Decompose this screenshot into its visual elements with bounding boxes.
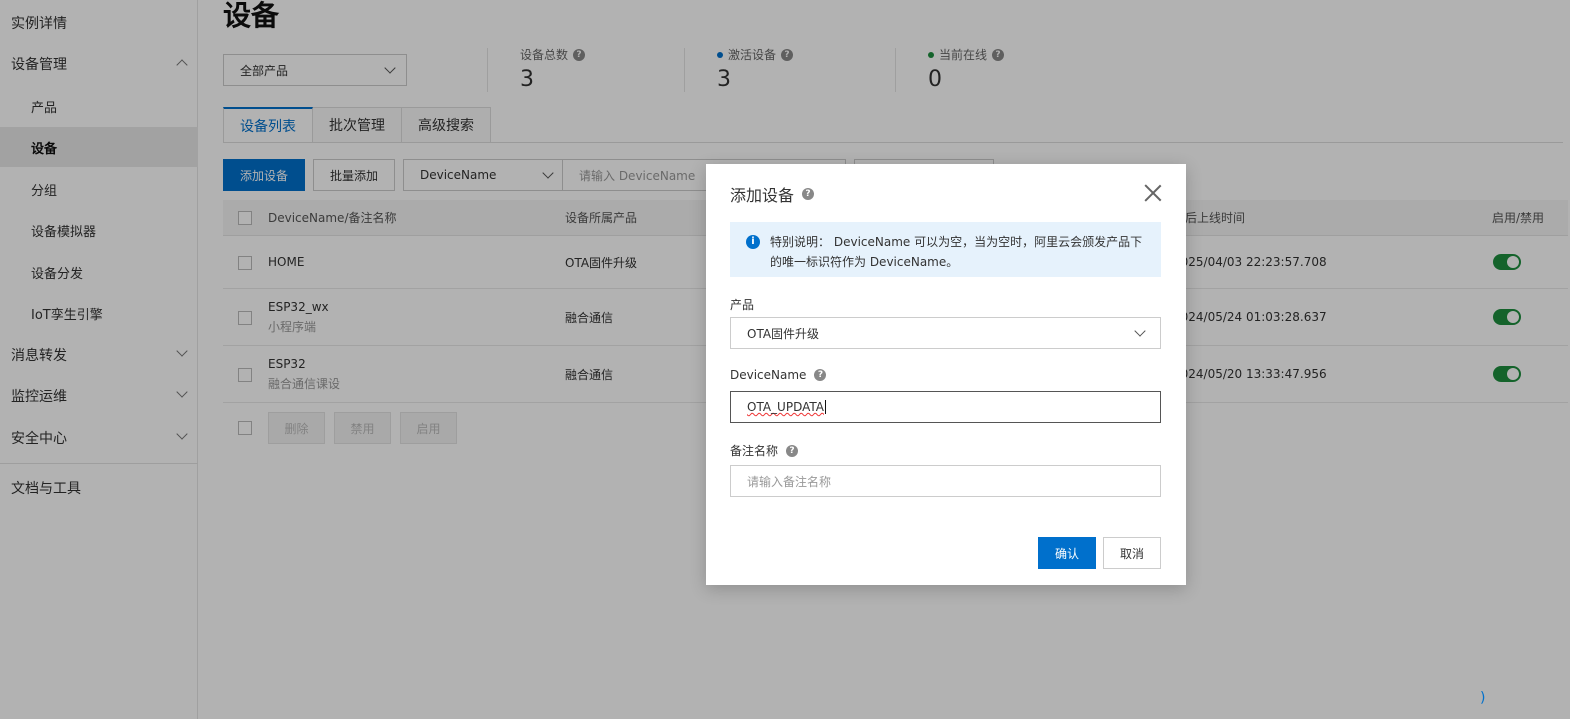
help-icon[interactable]: ? xyxy=(802,188,815,200)
chevron-down-icon xyxy=(1134,325,1146,337)
dialog-title: 添加设备 ? xyxy=(730,182,815,206)
devicename-field-label: DeviceName ? xyxy=(730,368,827,382)
remark-field-label: 备注名称 ? xyxy=(730,442,799,459)
notice-prefix: 特别说明： xyxy=(770,235,831,249)
add-device-dialog: 添加设备 ? i 特别说明： DeviceName 可以为空，当为空时，阿里云会… xyxy=(706,164,1186,585)
notice-banner: i 特别说明： DeviceName 可以为空，当为空时，阿里云会颁发产品下的唯… xyxy=(730,222,1161,277)
close-icon[interactable] xyxy=(1144,184,1162,202)
notice-text: 特别说明： DeviceName 可以为空，当为空时，阿里云会颁发产品下的唯一标… xyxy=(770,232,1147,277)
text-caret xyxy=(825,400,826,414)
confirm-button[interactable]: 确认 xyxy=(1038,537,1096,569)
dialog-title-text: 添加设备 xyxy=(730,186,795,205)
devicename-input-value: OTA_UPDATA xyxy=(747,400,824,414)
product-label-text: 产品 xyxy=(730,298,755,312)
corner-glyph: ) xyxy=(1480,690,1486,706)
info-icon: i xyxy=(746,235,760,249)
remark-input[interactable]: 请输入备注名称 xyxy=(730,465,1161,497)
product-field-label: 产品 xyxy=(730,296,754,313)
devicename-label-text: DeviceName xyxy=(730,368,807,382)
product-select[interactable]: OTA固件升级 xyxy=(730,317,1161,349)
cancel-button[interactable]: 取消 xyxy=(1103,537,1161,569)
help-icon[interactable]: ? xyxy=(786,444,799,457)
remark-label-text: 备注名称 xyxy=(730,444,779,458)
devicename-input[interactable]: OTA_UPDATA xyxy=(730,391,1161,423)
help-icon[interactable]: ? xyxy=(814,369,827,381)
product-select-value: OTA固件升级 xyxy=(747,326,820,341)
remark-input-placeholder: 请输入备注名称 xyxy=(747,474,832,489)
